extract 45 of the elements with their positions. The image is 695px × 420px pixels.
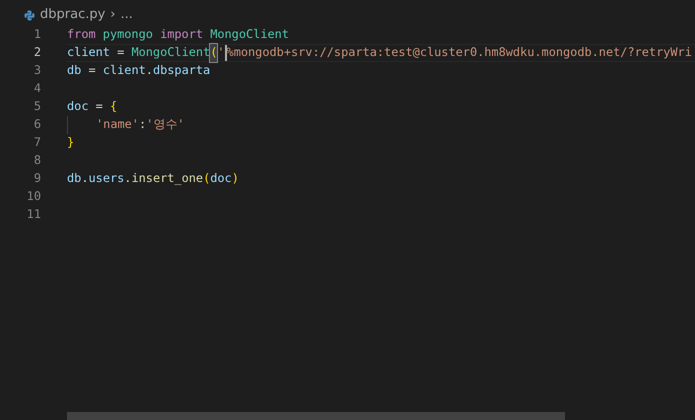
code-bracket: (	[210, 44, 218, 62]
code-token: '	[217, 44, 225, 62]
code-bracket: {	[110, 98, 118, 116]
code-token: .	[81, 170, 88, 188]
code-token: client	[67, 44, 111, 62]
code-token: MongoClient	[210, 26, 289, 44]
code-token: '영수'	[146, 116, 184, 134]
line-number: 3	[32, 62, 41, 80]
code-bracket: )	[232, 170, 239, 188]
line-number: 10	[26, 188, 41, 206]
code-token: doc	[210, 170, 232, 188]
code-token: =	[88, 62, 97, 80]
code-token: .	[146, 62, 153, 80]
breadcrumb-more[interactable]: ...	[120, 5, 133, 25]
horizontal-scrollbar[interactable]	[67, 412, 565, 420]
line-number: 9	[32, 170, 41, 188]
code-token: db	[67, 62, 82, 80]
code-token: insert_one	[131, 170, 204, 188]
code-token: .	[124, 170, 132, 188]
python-file-icon	[24, 10, 35, 20]
code-token: dbsparta	[152, 62, 210, 80]
code-token: users	[88, 170, 124, 188]
breadcrumb-file[interactable]: dbprac.py	[40, 5, 106, 25]
code-token: =	[96, 98, 104, 116]
code-bracket: (	[203, 170, 210, 188]
line-number: 8	[32, 152, 41, 170]
code-token: doc	[67, 98, 90, 116]
code-token: pymongo	[102, 26, 154, 44]
code-bracket: }	[67, 134, 74, 152]
line-number: 5	[32, 98, 41, 116]
code-token: import	[160, 26, 204, 44]
code-token: MongoClient	[131, 44, 210, 62]
line-number: 6	[32, 116, 41, 134]
code-token: =	[117, 44, 126, 62]
code-token: client	[102, 62, 146, 80]
code-token: :	[138, 116, 146, 134]
line-number: 4	[32, 80, 41, 98]
code-token: from	[67, 26, 97, 44]
breadcrumb-separator: ›	[110, 6, 116, 24]
line-number: 11	[26, 206, 41, 224]
code-token: db	[67, 170, 82, 188]
code-token: 'name'	[96, 116, 139, 134]
line-number: 2	[32, 44, 41, 62]
line-number: 1	[32, 26, 41, 44]
line-number: 7	[32, 134, 41, 152]
